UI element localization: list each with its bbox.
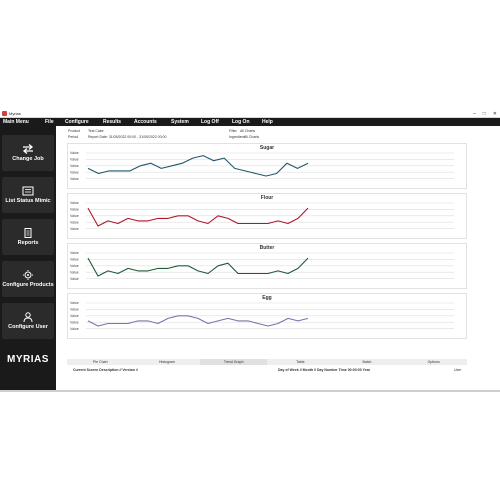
sugar-plot: Value Value Value Value Value [70,151,454,181]
period-label: Period [68,135,79,139]
reports-label: Reports [17,240,39,246]
menu-help[interactable]: Help [262,119,273,125]
y-tick-label: Value [70,314,79,318]
y-tick-label: Value [70,214,79,218]
app-logo-icon [2,111,7,116]
change-job-label: Change Job [12,156,44,162]
app-window: Myrias – □ ✕ Main Menu File Configure Re… [0,110,500,390]
y-tick-label: Value [70,258,79,262]
butter-chart: Butter Value Value Value Value Value [67,243,467,289]
menu-log-off[interactable]: Log Off [201,119,219,125]
tab-batch[interactable]: Batch [334,359,401,365]
y-tick-label: Value [70,170,79,174]
product-value: Test Cake [88,129,104,133]
y-tick-label: Value [70,220,79,224]
maximize-icon[interactable]: □ [483,111,486,117]
y-tick-label: Value [70,277,79,281]
period-value: Report Date: 31/05/2022 00:00 - 31/05/20… [88,135,167,139]
y-tick-label: Value [70,158,79,162]
series-line [87,207,309,227]
document-icon [22,228,34,238]
close-icon[interactable]: ✕ [493,111,497,117]
sugar-chart: Sugar Value Value Value Value Value [67,143,467,189]
change-job-button[interactable]: Change Job [2,135,54,171]
menu-accounts[interactable]: Accounts [134,119,157,125]
list-status-mimic-button[interactable]: List Status Mimic [2,177,54,213]
view-tabs: Pie Chart Histogram Trend Graph Table Ba… [67,359,467,365]
title-bar: Myrias – □ ✕ [0,110,500,118]
sidebar: Change Job List Status Mimic Reports Con… [0,126,56,390]
window-controls: – □ ✕ [473,110,497,118]
menu-results[interactable]: Results [103,119,121,125]
egg-plot: Value Value Value Value Value [70,301,454,331]
status-screen-description: Current Screen Description // Version # [73,368,138,372]
status-user: User [454,368,462,372]
y-tick-label: Value [70,208,79,212]
menu-configure[interactable]: Configure [65,119,89,125]
list-status-icon [22,186,34,196]
y-tick-label: Value [70,264,79,268]
menu-log-on[interactable]: Log On [232,119,250,125]
menu-file[interactable]: File [45,119,54,125]
ingredient-label: Ingredient [229,135,245,139]
y-tick-label: Value [70,201,79,205]
y-tick-label: Value [70,251,79,255]
product-label: Product [68,129,81,133]
filter-label: Filter [229,129,237,133]
series-line [87,257,309,277]
tab-trend-graph[interactable]: Trend Graph [200,359,268,365]
configure-user-label: Configure User [8,324,48,330]
y-tick-label: Value [70,327,79,331]
configure-products-label: Configure Products [2,282,54,288]
y-tick-label: Value [70,301,79,305]
y-tick-label: Value [70,270,79,274]
window-title: Myrias [9,111,21,116]
user-icon [22,312,34,322]
flour-plot: Value Value Value Value Value [70,201,454,231]
menu-system[interactable]: System [171,119,189,125]
y-tick-label: Value [70,164,79,168]
y-tick-label: Value [70,320,79,324]
butter-plot: Value Value Value Value Value [70,251,454,281]
reports-button[interactable]: Reports [2,219,54,255]
filter-value: All Charts [240,129,256,133]
configure-products-button[interactable]: Configure Products [2,261,54,297]
main-content: Product Test Cake Period Report Date: 31… [56,126,500,390]
window-bottom-edge [0,390,500,392]
minimize-icon[interactable]: – [473,111,476,117]
ingredient-value: All Charts [244,135,260,139]
y-tick-label: Value [70,177,79,181]
tab-histogram[interactable]: Histogram [134,359,201,365]
status-datetime: Day of Week // Month // Day Number Time … [278,368,371,372]
y-tick-label: Value [70,227,79,231]
myrias-logo: MYRIAS [7,354,49,365]
list-status-mimic-label: List Status Mimic [5,198,51,204]
tab-options[interactable]: Options [400,359,467,365]
y-tick-label: Value [70,308,79,312]
swap-arrows-icon [22,144,34,154]
y-tick-label: Value [70,151,79,155]
egg-chart: Egg Value Value Value Value Value [67,293,467,339]
tab-table[interactable]: Table [267,359,334,365]
flour-chart: Flour Value Value Value Value Value [67,193,467,239]
product-gears-icon [22,270,34,280]
menu-bar: Main Menu File Configure Results Account… [0,118,500,126]
status-bar: Current Screen Description // Version # … [56,367,500,374]
configure-user-button[interactable]: Configure User [2,303,54,339]
series-line [87,315,309,327]
tab-pie-chart[interactable]: Pie Chart [67,359,134,365]
